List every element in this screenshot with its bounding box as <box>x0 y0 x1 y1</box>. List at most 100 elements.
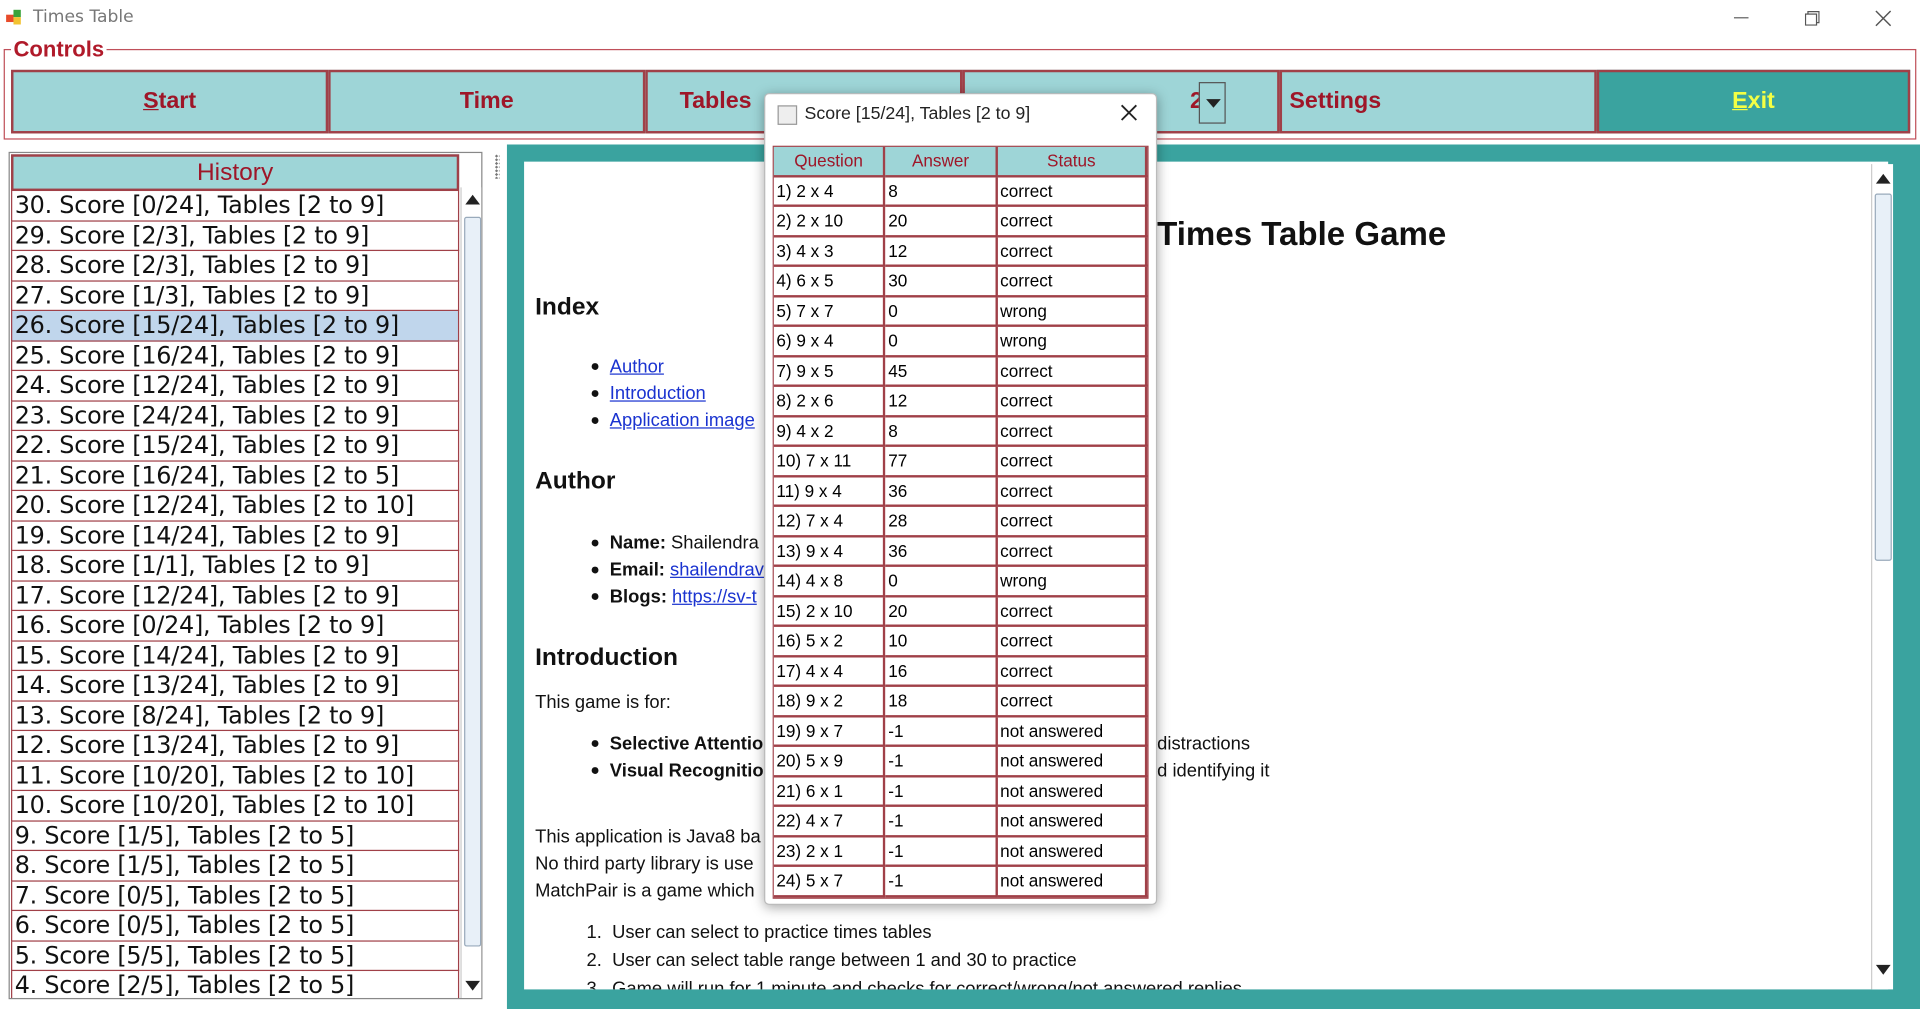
list-item[interactable]: 9. Score [1/5], Tables [2 to 5] <box>11 821 460 852</box>
scroll-up-icon[interactable] <box>1875 173 1891 184</box>
scroll-up-icon[interactable] <box>465 194 481 205</box>
history-header: History <box>11 154 460 192</box>
list-item[interactable]: 21. Score [16/24], Tables [2 to 5] <box>11 461 460 492</box>
question-cell: 16) 5 x 2 <box>773 626 886 657</box>
table-row[interactable]: 22) 4 x 7 -1 not answered <box>773 806 1148 837</box>
answer-cell: 10 <box>885 626 998 657</box>
question-cell: 12) 7 x 4 <box>773 506 886 537</box>
list-item[interactable]: 5. Score [5/5], Tables [2 to 5] <box>11 941 460 972</box>
list-item[interactable]: 24. Score [12/24], Tables [2 to 9] <box>11 371 460 402</box>
list-item[interactable]: 30. Score [0/24], Tables [2 to 9] <box>11 191 460 222</box>
list-item-3: 3. Game will run for 1 minute and checks… <box>586 978 1242 990</box>
answer-cell: 0 <box>885 326 998 357</box>
table-row[interactable]: 15) 2 x 10 20 correct <box>773 596 1148 627</box>
status-cell: wrong <box>997 296 1148 327</box>
table-row[interactable]: 6) 9 x 4 0 wrong <box>773 326 1148 357</box>
table-row[interactable]: 4) 6 x 5 30 correct <box>773 266 1148 297</box>
doc-scrollbar[interactable] <box>1871 164 1894 990</box>
list-item[interactable]: 16. Score [0/24], Tables [2 to 9] <box>11 611 460 642</box>
list-item[interactable]: 12. Score [13/24], Tables [2 to 9] <box>11 731 460 762</box>
list-item[interactable]: 13. Score [8/24], Tables [2 to 9] <box>11 701 460 732</box>
table-row[interactable]: 17) 4 x 4 16 correct <box>773 656 1148 687</box>
column-header-question[interactable]: Question <box>773 146 886 177</box>
list-item-2: 2. User can select table range between 1… <box>586 950 1077 972</box>
splitter-handle[interactable] <box>492 152 502 999</box>
list-item[interactable]: 25. Score [16/24], Tables [2 to 9] <box>11 341 460 372</box>
table-row[interactable]: 14) 4 x 8 0 wrong <box>773 566 1148 597</box>
table-row[interactable]: 24) 5 x 7 -1 not answered <box>773 866 1148 897</box>
table-row[interactable]: 12) 7 x 4 28 correct <box>773 506 1148 537</box>
doc-content: Times Table Game Index Author Introducti… <box>524 161 1889 990</box>
table-row[interactable]: 8) 2 x 6 12 correct <box>773 386 1148 417</box>
dialog-close-button[interactable] <box>1120 100 1137 128</box>
table-row[interactable]: 10) 7 x 11 77 correct <box>773 446 1148 477</box>
table-row[interactable]: 23) 2 x 1 -1 not answered <box>773 836 1148 867</box>
list-item[interactable]: 7. Score [0/5], Tables [2 to 5] <box>11 881 460 912</box>
table-row[interactable]: 13) 9 x 4 36 correct <box>773 536 1148 567</box>
table-row[interactable]: 18) 9 x 2 18 correct <box>773 686 1148 717</box>
table-row[interactable]: 7) 9 x 5 45 correct <box>773 356 1148 387</box>
list-item[interactable]: 23. Score [24/24], Tables [2 to 9] <box>11 401 460 432</box>
list-item[interactable]: 20. Score [12/24], Tables [2 to 10] <box>11 491 460 522</box>
table-row[interactable]: 19) 9 x 7 -1 not answered <box>773 716 1148 747</box>
history-scrollbar[interactable] <box>460 187 482 998</box>
list-item[interactable]: 11. Score [10/20], Tables [2 to 10] <box>11 761 460 792</box>
table-row[interactable]: 11) 9 x 4 36 correct <box>773 476 1148 507</box>
status-cell: not answered <box>997 776 1148 807</box>
question-cell: 3) 4 x 3 <box>773 236 886 267</box>
close-window-button[interactable] <box>1855 2 1911 34</box>
list-item[interactable]: 29. Score [2/3], Tables [2 to 9] <box>11 221 460 252</box>
chevron-down-icon[interactable] <box>1198 82 1226 124</box>
table-row[interactable]: 5) 7 x 7 0 wrong <box>773 296 1148 327</box>
question-cell: 6) 9 x 4 <box>773 326 886 357</box>
list-item[interactable]: 26. Score [15/24], Tables [2 to 9] <box>11 311 460 342</box>
answer-cell: 20 <box>885 206 998 237</box>
answer-cell: 12 <box>885 386 998 417</box>
table-row[interactable]: 21) 6 x 1 -1 not answered <box>773 776 1148 807</box>
list-item[interactable]: 19. Score [14/24], Tables [2 to 9] <box>11 521 460 552</box>
status-cell: wrong <box>997 566 1148 597</box>
start-button[interactable]: Start <box>11 69 329 134</box>
history-list[interactable]: 30. Score [0/24], Tables [2 to 9] 29. Sco… <box>11 191 460 998</box>
column-header-answer[interactable]: Answer <box>885 146 998 177</box>
list-item[interactable]: 27. Score [1/3], Tables [2 to 9] <box>11 281 460 312</box>
list-item[interactable]: 4. Score [2/5], Tables [2 to 5] <box>11 971 460 998</box>
list-item[interactable]: 18. Score [1/1], Tables [2 to 9] <box>11 551 460 582</box>
table-row[interactable]: 2) 2 x 10 20 correct <box>773 206 1148 237</box>
table-row[interactable]: 9) 4 x 2 8 correct <box>773 416 1148 447</box>
scroll-down-icon[interactable] <box>465 980 481 991</box>
time-button[interactable]: Time <box>328 69 646 134</box>
answer-cell: -1 <box>885 836 998 867</box>
exit-button[interactable]: Exit <box>1596 69 1911 134</box>
list-item[interactable]: 22. Score [15/24], Tables [2 to 9] <box>11 431 460 462</box>
scroll-down-icon[interactable] <box>1875 964 1891 975</box>
status-cell: correct <box>997 266 1148 297</box>
restore-button[interactable] <box>1784 2 1840 34</box>
list-item[interactable]: 6. Score [0/5], Tables [2 to 5] <box>11 911 460 942</box>
settings-button[interactable]: Settings <box>1279 69 1597 134</box>
scrollbar-thumb[interactable] <box>1874 193 1892 561</box>
list-item[interactable]: 17. Score [12/24], Tables [2 to 9] <box>11 581 460 612</box>
index-link-application-image[interactable]: Application image <box>590 410 755 431</box>
table-row[interactable]: 3) 4 x 3 12 correct <box>773 236 1148 267</box>
status-cell: correct <box>997 176 1148 207</box>
index-link-introduction[interactable]: Introduction <box>590 383 706 404</box>
doc-panel: Times Table Game Index Author Introducti… <box>506 144 1920 1009</box>
list-item[interactable]: 8. Score [1/5], Tables [2 to 5] <box>11 851 460 882</box>
author-email-link[interactable]: shailendrav <box>670 560 764 581</box>
list-item[interactable]: 28. Score [2/3], Tables [2 to 9] <box>11 251 460 282</box>
table-row[interactable]: 20) 5 x 9 -1 not answered <box>773 746 1148 777</box>
list-item[interactable]: 14. Score [13/24], Tables [2 to 9] <box>11 671 460 702</box>
answer-cell: 77 <box>885 446 998 477</box>
title-bar: Times Table <box>0 0 1920 37</box>
minimize-button[interactable] <box>1713 2 1769 34</box>
index-link-author[interactable]: Author <box>590 356 664 377</box>
list-item[interactable]: 10. Score [10/20], Tables [2 to 10] <box>11 791 460 822</box>
scrollbar-thumb[interactable] <box>464 216 482 947</box>
table-row[interactable]: 16) 5 x 2 10 correct <box>773 626 1148 657</box>
table-row[interactable]: 1) 2 x 4 8 correct <box>773 176 1148 207</box>
status-cell: correct <box>997 626 1148 657</box>
author-blogs-link[interactable]: https://sv-t <box>672 587 757 608</box>
column-header-status[interactable]: Status <box>997 146 1148 177</box>
list-item[interactable]: 15. Score [14/24], Tables [2 to 9] <box>11 641 460 672</box>
